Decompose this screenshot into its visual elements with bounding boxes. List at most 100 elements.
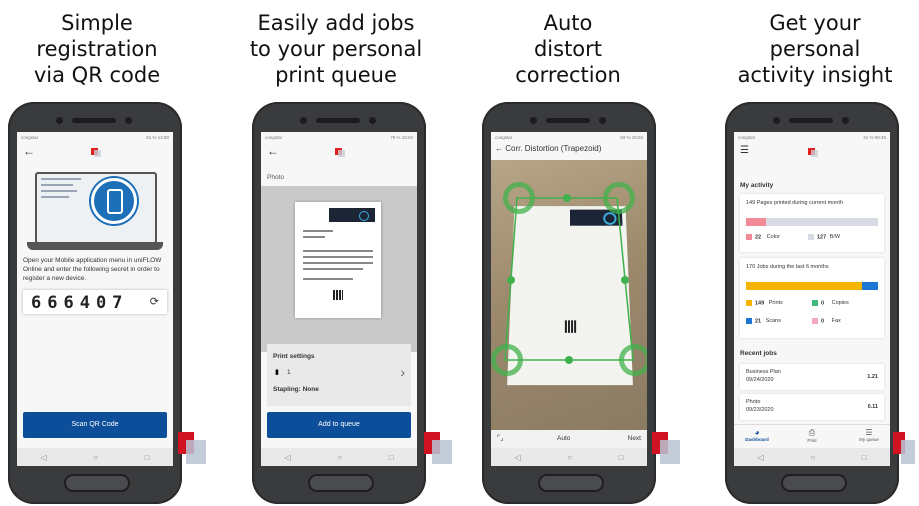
crop-handle-top-right[interactable] bbox=[603, 182, 635, 214]
copies-swatch bbox=[812, 300, 818, 306]
crop-handle-right[interactable] bbox=[621, 276, 629, 284]
sensor bbox=[842, 117, 849, 124]
crop-handle-bottom[interactable] bbox=[565, 356, 573, 364]
carrier: congstar bbox=[495, 134, 513, 140]
laptop-illustration bbox=[27, 172, 163, 252]
status-bar: congstar 81 % 14:50 bbox=[17, 132, 173, 142]
uniflow-logo bbox=[91, 148, 101, 157]
copies-count: 1 bbox=[287, 369, 291, 376]
chevron-right-icon[interactable]: › bbox=[400, 364, 405, 380]
speaker bbox=[546, 118, 590, 123]
jobs-count: 170 bbox=[746, 264, 756, 270]
prints-count: 149 bbox=[755, 300, 765, 307]
bw-label: B/W bbox=[829, 234, 841, 241]
fullscreen-icon[interactable]: ⌜⌟ bbox=[497, 434, 504, 442]
scan-qr-button[interactable]: Scan QR Code bbox=[23, 412, 167, 438]
crop-handle-top[interactable] bbox=[563, 194, 571, 202]
carrier: congstar bbox=[21, 134, 39, 140]
copies-label: Copies bbox=[831, 300, 849, 307]
home-button bbox=[64, 474, 130, 492]
job-date: 09/23/2020 bbox=[746, 407, 774, 413]
screen: congstar 83 % 15:02 ← Corr. Distortion (… bbox=[491, 132, 647, 466]
color-label: Color bbox=[766, 234, 780, 241]
camera bbox=[530, 117, 537, 124]
print-settings-card[interactable]: Print settings ▮ 1 › Stapling: None bbox=[267, 344, 411, 406]
color-count: 22 bbox=[755, 234, 762, 241]
tab-my-queue[interactable]: ☰ My queue bbox=[852, 428, 886, 442]
nav-back-icon[interactable]: ◁ bbox=[284, 453, 290, 462]
screen-title: Photo bbox=[267, 174, 284, 181]
nav-recent-icon[interactable]: □ bbox=[389, 453, 394, 462]
android-nav-bar: ◁ ○ □ bbox=[17, 448, 173, 466]
nav-recent-icon[interactable]: □ bbox=[862, 453, 867, 462]
phone-registration: congstar 81 % 14:50 ← Open your Mobile a… bbox=[8, 102, 182, 504]
nav-home-icon[interactable]: ○ bbox=[93, 453, 98, 462]
nav-back-icon[interactable]: ◁ bbox=[514, 453, 520, 462]
prints-fill bbox=[746, 282, 862, 290]
crop-handle-bottom-left[interactable] bbox=[491, 344, 523, 376]
auto-button[interactable]: Auto bbox=[557, 435, 570, 442]
tab-dashboard[interactable]: ◕ Dashboard bbox=[742, 428, 772, 442]
battery-time: 81 % 14:50 bbox=[146, 134, 169, 140]
distortion-toolbar: ⌜⌟ Auto Next bbox=[491, 430, 647, 448]
status-bar: congstar 79 % 15:04 bbox=[261, 132, 417, 142]
jobs-label: Jobs during the last 6 months bbox=[756, 264, 829, 270]
pages-count: 149 bbox=[746, 200, 756, 206]
copies-icon: ▮ bbox=[275, 369, 279, 376]
color-fill bbox=[746, 218, 766, 226]
jobs-bar bbox=[746, 282, 878, 290]
recent-job-row[interactable]: Photo 09/23/2020 0.11 bbox=[740, 394, 884, 420]
caption-print-queue: Easily add jobs to your personal print q… bbox=[249, 11, 423, 87]
home-button bbox=[308, 474, 374, 492]
crop-handle-bottom-right[interactable] bbox=[619, 344, 647, 376]
distortion-header: ← Corr. Distortion (Trapezoid) bbox=[495, 144, 601, 153]
nav-back-icon[interactable]: ◁ bbox=[757, 453, 763, 462]
printer-icon: ⎙ bbox=[808, 428, 816, 437]
android-nav-bar: ◁ ○ □ bbox=[261, 448, 417, 466]
scans-label: Scans bbox=[765, 318, 781, 325]
screen-title: Corr. Distortion (Trapezoid) bbox=[505, 144, 602, 153]
nav-home-icon[interactable]: ○ bbox=[337, 453, 342, 462]
speaker bbox=[789, 118, 833, 123]
back-arrow-icon[interactable]: ← bbox=[23, 144, 35, 158]
next-button[interactable]: Next bbox=[628, 435, 641, 442]
camera bbox=[56, 117, 63, 124]
hamburger-menu-icon[interactable]: ☰ bbox=[740, 145, 749, 156]
prints-swatch bbox=[746, 300, 752, 306]
qr-code-icon bbox=[333, 290, 343, 300]
status-bar: congstar 83 % 15:02 bbox=[491, 132, 647, 142]
carrier: congstar bbox=[265, 134, 283, 140]
my-activity-heading: My activity bbox=[740, 182, 774, 189]
screen: congstar 31 % 09:45 ☰ My activity 149 Pa… bbox=[734, 132, 890, 466]
nav-home-icon[interactable]: ○ bbox=[810, 453, 815, 462]
pie-chart-icon: ◕ bbox=[754, 428, 760, 437]
add-to-queue-button[interactable]: Add to queue bbox=[267, 412, 411, 438]
screen: congstar 79 % 15:04 ← Photo Print settin… bbox=[261, 132, 417, 466]
speaker bbox=[72, 118, 116, 123]
nav-back-icon[interactable]: ◁ bbox=[40, 453, 46, 462]
caption-distortion: Auto distort correction bbox=[515, 11, 621, 87]
uniflow-logo bbox=[808, 148, 818, 157]
caption-activity: Get your personal activity insight bbox=[737, 11, 893, 87]
scans-swatch bbox=[746, 318, 752, 324]
sensor bbox=[369, 117, 376, 124]
back-arrow-icon[interactable]: ← bbox=[267, 144, 279, 158]
camera bbox=[773, 117, 780, 124]
crop-handle-top-left[interactable] bbox=[503, 182, 535, 214]
tab-print[interactable]: ⎙ Print bbox=[797, 428, 827, 443]
fax-swatch bbox=[812, 318, 818, 324]
nav-recent-icon[interactable]: □ bbox=[145, 453, 150, 462]
crop-handle-left[interactable] bbox=[507, 276, 515, 284]
screen: congstar 81 % 14:50 ← Open your Mobile a… bbox=[17, 132, 173, 466]
recent-job-row[interactable]: Business Plan 09/24/2020 1.21 bbox=[740, 364, 884, 390]
nav-home-icon[interactable]: ○ bbox=[567, 453, 572, 462]
refresh-icon[interactable]: ⟳ bbox=[150, 295, 159, 308]
uniflow-logo bbox=[335, 148, 345, 157]
back-arrow-icon[interactable]: ← bbox=[495, 144, 503, 153]
nav-recent-icon[interactable]: □ bbox=[619, 453, 624, 462]
phone-activity: congstar 31 % 09:45 ☰ My activity 149 Pa… bbox=[725, 102, 899, 504]
fax-count: 0 bbox=[821, 318, 825, 325]
instruction-text: Open your Mobile application menu in uni… bbox=[23, 257, 162, 282]
secret-code: 666407 bbox=[31, 293, 129, 313]
secret-code-box: 666407 ⟳ bbox=[23, 290, 167, 314]
